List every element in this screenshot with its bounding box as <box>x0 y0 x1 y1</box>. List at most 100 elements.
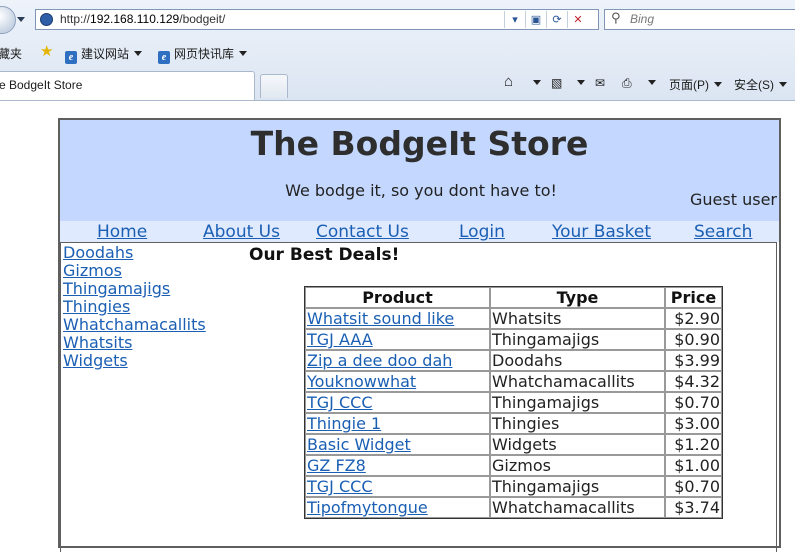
read-mail-icon[interactable]: ✉ <box>595 76 605 90</box>
header-price: Price <box>665 287 722 308</box>
home-dropdown-icon[interactable] <box>528 76 541 90</box>
product-price: $0.90 <box>665 329 722 350</box>
menu-contact-link[interactable]: Contact Us <box>316 222 409 242</box>
product-type: Doodahs <box>490 350 665 371</box>
product-type: Thingamajigs <box>490 476 665 497</box>
search-icon: ⚲ <box>611 11 621 26</box>
store-menu: Home About Us Contact Us Login Your Bask… <box>60 221 779 242</box>
product-price: $4.32 <box>665 371 722 392</box>
table-row: TGJ AAA Thingamajigs $0.90 <box>305 329 722 350</box>
table-row: Basic Widget Widgets $1.20 <box>305 434 722 455</box>
table-row: GZ FZ8 Gizmos $1.00 <box>305 455 722 476</box>
page-menu[interactable]: 页面(P) <box>669 76 722 93</box>
feeds-icon[interactable]: ▧ <box>551 76 562 90</box>
deals-table: Product Type Price Whatsit sound like Wha… <box>304 286 723 519</box>
product-type: Thingamajigs <box>490 392 665 413</box>
history-dropdown-icon[interactable] <box>17 17 25 22</box>
product-link[interactable]: Thingie 1 <box>307 414 381 433</box>
product-price: $0.70 <box>665 392 722 413</box>
menu-login-link[interactable]: Login <box>459 222 505 242</box>
product-type: Widgets <box>490 434 665 455</box>
header-type: Type <box>490 287 665 308</box>
table-row: Zip a dee doo dah Doodahs $3.99 <box>305 350 722 371</box>
address-bar[interactable]: http://192.168.110.129/bodgeit/ ▾ ▣ ⟳ ✕ <box>35 9 599 30</box>
address-dropdown-icon[interactable]: ▾ <box>504 11 525 28</box>
product-link[interactable]: Tipofmytongue <box>307 498 428 517</box>
table-row: TGJ CCC Thingamajigs $0.70 <box>305 392 722 413</box>
product-price: $1.00 <box>665 455 722 476</box>
category-link-doodahs[interactable]: Doodahs <box>63 244 206 262</box>
menu-search-link[interactable]: Search <box>694 222 752 242</box>
favorites-bar: 藏夹 ★ e 建议网站 e 网页快讯库 <box>0 41 795 65</box>
store-header: The BodgeIt Store We bodge it, so you do… <box>60 120 779 221</box>
search-box[interactable]: ⚲ Bing <box>604 9 795 30</box>
stop-icon[interactable]: ✕ <box>567 11 588 28</box>
web-slice-gallery-button[interactable]: e 网页快讯库 <box>158 45 248 64</box>
category-link-thingies[interactable]: Thingies <box>63 298 206 316</box>
suggested-sites-button[interactable]: e 建议网站 <box>65 45 143 64</box>
category-link-whatchamacallits[interactable]: Whatchamacallits <box>63 316 206 334</box>
category-link-widgets[interactable]: Widgets <box>63 352 206 370</box>
product-type: Whatchamacallits <box>490 371 665 392</box>
forward-button[interactable] <box>0 6 16 34</box>
product-price: $0.70 <box>665 476 722 497</box>
category-link-whatsits[interactable]: Whatsits <box>63 334 206 352</box>
address-url[interactable]: http://192.168.110.129/bodgeit/ <box>60 12 225 26</box>
menu-about-link[interactable]: About Us <box>203 222 280 242</box>
product-type: Whatsits <box>490 308 665 329</box>
ie-page-icon <box>40 13 53 26</box>
category-sidebar: Doodahs Gizmos Thingamajigs Thingies Wha… <box>63 244 206 370</box>
product-link[interactable]: Basic Widget <box>307 435 411 454</box>
store-body: Doodahs Gizmos Thingamajigs Thingies Wha… <box>60 242 777 552</box>
table-row: Tipofmytongue Whatchamacallits $3.74 <box>305 497 722 518</box>
ie-icon: e <box>65 51 77 64</box>
chevron-down-icon <box>239 51 248 56</box>
table-header-row: Product Type Price <box>305 287 722 308</box>
product-link[interactable]: TGJ AAA <box>307 330 373 349</box>
deals-heading: Our Best Deals! <box>249 245 400 265</box>
product-link[interactable]: Whatsit sound like <box>307 309 454 328</box>
refresh-icon[interactable]: ⟳ <box>546 11 567 28</box>
category-link-thingamajigs[interactable]: Thingamajigs <box>63 280 206 298</box>
product-price: $1.20 <box>665 434 722 455</box>
product-type: Thingies <box>490 413 665 434</box>
new-tab-button[interactable] <box>260 74 288 98</box>
favorites-button[interactable]: 藏夹 <box>0 45 22 62</box>
print-icon[interactable]: ⎙ <box>622 76 632 91</box>
print-dropdown-icon[interactable] <box>643 76 656 90</box>
header-product: Product <box>305 287 490 308</box>
search-placeholder: Bing <box>630 12 655 26</box>
home-icon[interactable]: ⌂ <box>504 73 513 90</box>
product-price: $2.90 <box>665 308 722 329</box>
product-link[interactable]: TGJ CCC <box>307 477 373 496</box>
feeds-dropdown-icon[interactable] <box>572 76 585 90</box>
page-viewport: The BodgeIt Store We bodge it, so you do… <box>0 101 795 552</box>
store-tagline: We bodge it, so you dont have to! <box>285 181 557 200</box>
table-row: Whatsit sound like Whatsits $2.90 <box>305 308 722 329</box>
browser-chrome: http://192.168.110.129/bodgeit/ ▾ ▣ ⟳ ✕ … <box>0 0 795 101</box>
table-row: Youknowwhat Whatchamacallits $4.32 <box>305 371 722 392</box>
product-type: Whatchamacallits <box>490 497 665 518</box>
product-type: Thingamajigs <box>490 329 665 350</box>
product-link[interactable]: Youknowwhat <box>307 372 416 391</box>
product-link[interactable]: GZ FZ8 <box>307 456 366 475</box>
ie-icon: e <box>158 51 170 64</box>
category-link-gizmos[interactable]: Gizmos <box>63 262 206 280</box>
store-title: The BodgeIt Store <box>250 124 589 163</box>
product-type: Gizmos <box>490 455 665 476</box>
store-container: The BodgeIt Store We bodge it, so you do… <box>58 118 781 552</box>
compatibility-view-icon[interactable]: ▣ <box>525 11 546 28</box>
browser-tab-active[interactable]: e BodgeIt Store <box>0 71 255 100</box>
product-price: $3.74 <box>665 497 722 518</box>
product-price: $3.00 <box>665 413 722 434</box>
product-link[interactable]: Zip a dee doo dah <box>307 351 452 370</box>
table-row: TGJ CCC Thingamajigs $0.70 <box>305 476 722 497</box>
product-price: $3.99 <box>665 350 722 371</box>
menu-basket-link[interactable]: Your Basket <box>552 222 651 242</box>
table-row: Thingie 1 Thingies $3.00 <box>305 413 722 434</box>
menu-home-link[interactable]: Home <box>97 222 147 242</box>
chevron-down-icon <box>134 51 143 56</box>
safety-menu[interactable]: 安全(S) <box>734 76 787 93</box>
tab-title: e BodgeIt Store <box>0 78 83 92</box>
product-link[interactable]: TGJ CCC <box>307 393 373 412</box>
